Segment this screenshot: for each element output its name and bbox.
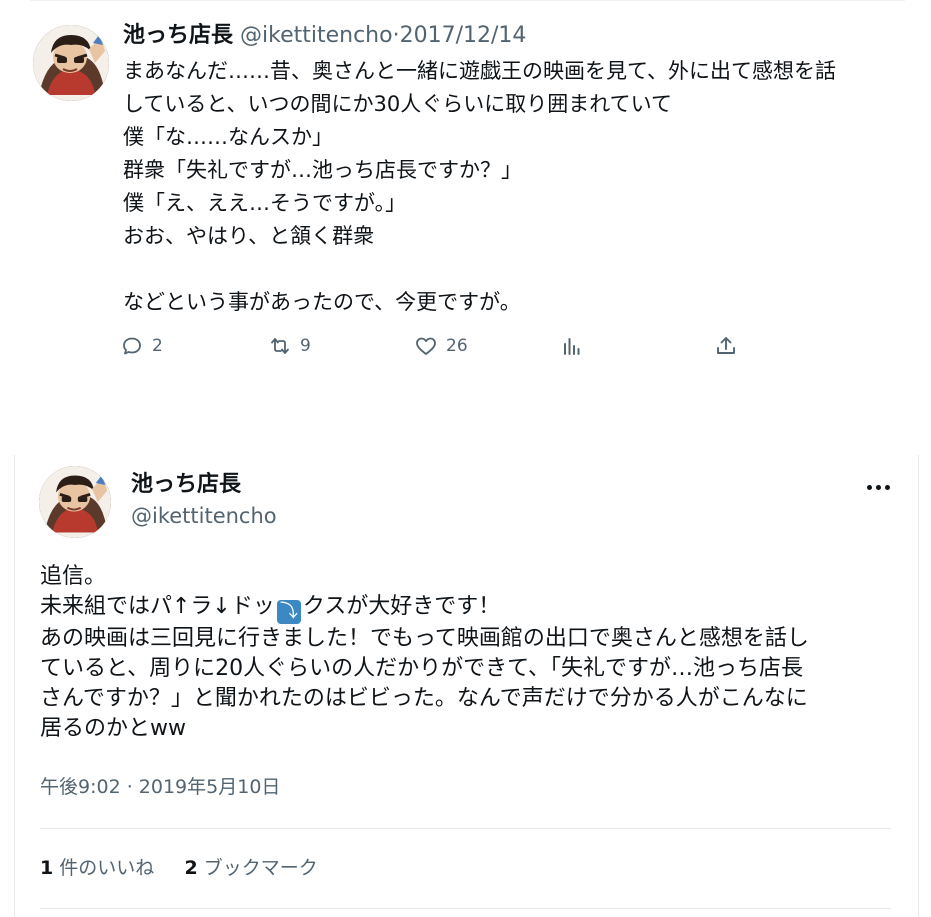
author-handle[interactable]: @ikettitencho [240, 23, 393, 48]
tweet-line: さんですか？」と聞かれたのはビビった。なんで声だけで分かる人がこんなに [40, 686, 808, 711]
bookmarks-count: 2 [184, 857, 198, 879]
tweet-line: おお、やはり、と頷く群衆 [123, 224, 375, 248]
tweet-2-text: 追信。 未来組ではパ↑ラ↓ドッ ⤵ クスが大好きです！ あの映画は三回見に行きました… [40, 562, 900, 744]
tweet-timestamp[interactable]: 午後9:02 · 2019年5月10日 [40, 772, 280, 802]
tweet-1: 池っち店長 @ikettitencho·2017/12/14 まあなんだ……昔、… [0, 0, 931, 420]
reply-count: 2 [152, 336, 163, 356]
tweet-1-header: 池っち店長 @ikettitencho·2017/12/14 [123, 20, 526, 52]
tweet-line: まあなんだ……昔、奥さんと一緒に遊戯王の映画を見て、外に出て感想を話 [123, 59, 836, 83]
tweet-1-text: まあなんだ……昔、奥さんと一緒に遊戯王の映画を見て、外に出て感想を話 していると、… [123, 55, 913, 319]
likes-stat[interactable]: 1 件のいいね [40, 857, 154, 879]
tweet-line: 居るのかとww [40, 716, 186, 741]
tweet-line: 僕「な……なんスか」 [123, 125, 333, 149]
heart-icon [416, 337, 436, 355]
arrow-down-emoji-icon: ⤵ [276, 600, 301, 624]
retweet-count: 9 [300, 336, 311, 356]
tweet-line: 僕「え、ええ…そうですが。」 [123, 191, 407, 215]
avatar-image [33, 25, 109, 101]
like-count: 26 [446, 336, 468, 356]
tweet-line: 追信。 [40, 564, 107, 589]
views-button[interactable] [560, 330, 584, 362]
bookmarks-stat[interactable]: 2 ブックマーク [185, 857, 318, 879]
tweet-line: などという事があったので、今更ですが。 [123, 290, 521, 314]
author-handle[interactable]: @ikettitencho [131, 500, 277, 532]
retweet-button[interactable]: 9 [268, 330, 311, 362]
tweet-line: あの映画は三回見に行きました！でもって映画館の出口で奥さんと感想を話し [40, 626, 809, 651]
divider [40, 828, 891, 829]
retweet-icon [271, 338, 289, 354]
like-button[interactable]: 26 [414, 330, 468, 362]
reply-icon [123, 337, 141, 355]
tweet-stats: 1 件のいいね 2 ブックマーク [40, 853, 318, 883]
likes-label: 件のいいね [59, 857, 155, 879]
tweet-line-emoji: 未来組ではパ↑ラ↓ドッ ⤵ クスが大好きです！ [40, 592, 900, 624]
share-button[interactable] [714, 330, 738, 362]
likes-count: 1 [40, 857, 54, 879]
tweet-line: ていると、周りに20人ぐらいの人だかりができて、「失礼ですが…池っち店長 [40, 656, 804, 681]
analytics-icon [564, 338, 580, 355]
author-name[interactable]: 池っち店長 [123, 23, 233, 48]
divider [40, 908, 891, 909]
tweet-line: していると、いつの間にか30人ぐらいに取り囲まれていて [123, 92, 672, 116]
avatar-image [39, 466, 111, 538]
tweet-line-part: 未来組ではパ↑ラ↓ドッ [40, 594, 275, 619]
author-name[interactable]: 池っち店長 [131, 469, 241, 501]
reply-button[interactable]: 2 [120, 330, 163, 362]
top-divider [30, 0, 905, 1]
bookmarks-label: ブックマーク [203, 857, 318, 879]
share-icon [717, 337, 735, 354]
more-icon [865, 484, 892, 490]
tweet-line-part: クスが大好きです！ [302, 594, 501, 619]
tweet-date[interactable]: 2017/12/14 [400, 23, 527, 48]
avatar[interactable] [39, 466, 111, 538]
tweet-line: 群衆「失礼ですが…池っち店長ですか？」 [123, 158, 522, 182]
tweet-1-actions: 2 9 26 [120, 330, 760, 362]
separator-dot: · [392, 23, 400, 48]
more-button[interactable] [862, 474, 894, 500]
avatar[interactable] [33, 25, 109, 101]
